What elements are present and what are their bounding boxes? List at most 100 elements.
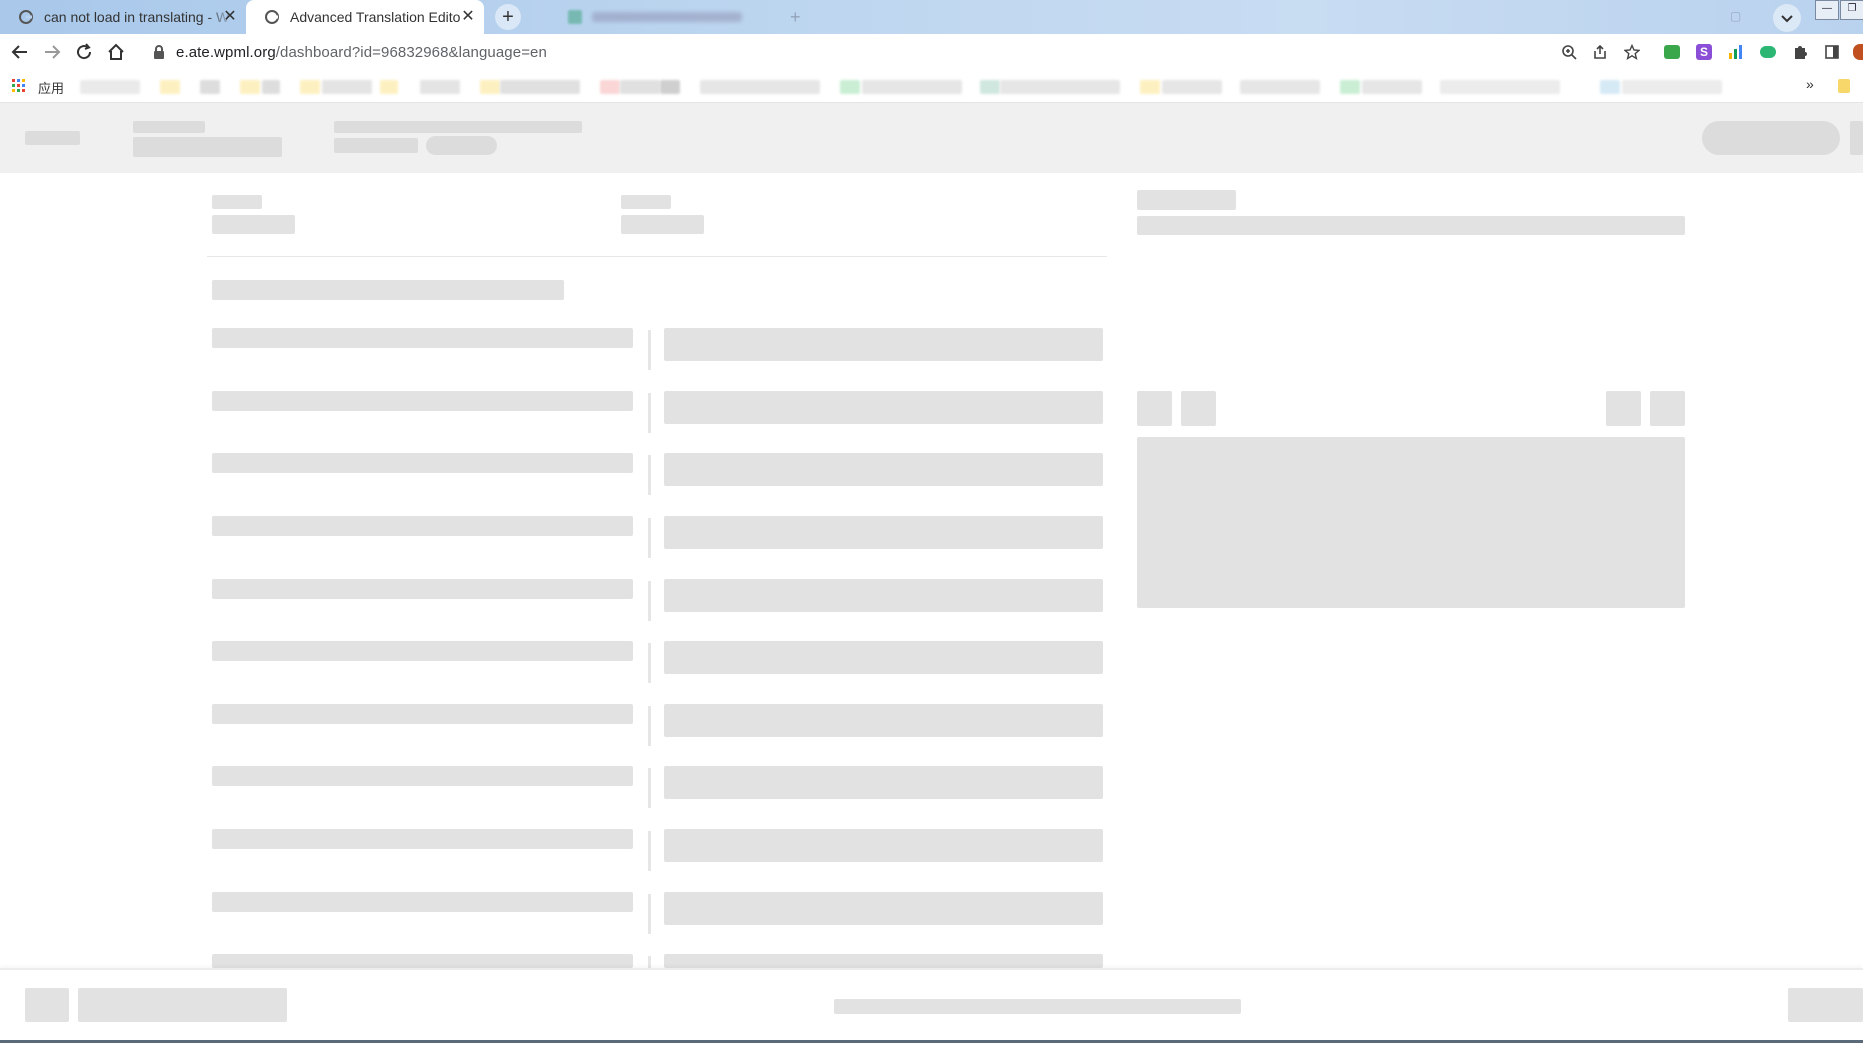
- skeleton-block: [1137, 216, 1685, 235]
- extension-chart-icon[interactable]: [1727, 43, 1745, 61]
- bookmark-item[interactable]: [600, 80, 620, 94]
- bookmark-item[interactable]: [862, 80, 962, 94]
- forward-button[interactable]: [42, 42, 62, 62]
- skeleton-source-cell: [212, 391, 633, 411]
- skeleton-block: [334, 138, 418, 153]
- bookmark-item[interactable]: [380, 80, 398, 94]
- skeleton-button: [1788, 988, 1863, 1022]
- url-text: e.ate.wpml.org/dashboard?id=96832968&lan…: [176, 44, 547, 61]
- row-divider: [648, 894, 651, 934]
- bookmark-item[interactable]: [1600, 80, 1620, 94]
- share-icon: [1594, 44, 1606, 59]
- skeleton-block: [133, 137, 282, 157]
- skeleton-target-cell: [664, 579, 1103, 612]
- bookmark-item[interactable]: [840, 80, 860, 94]
- bookmark-item[interactable]: [262, 80, 280, 94]
- bookmark-item[interactable]: [500, 80, 580, 94]
- bookmark-item[interactable]: [1000, 80, 1120, 94]
- bookmark-item[interactable]: [700, 80, 820, 94]
- arrow-left-icon: [11, 45, 27, 59]
- extension-frog-icon[interactable]: [1663, 43, 1681, 61]
- skeleton-block: [621, 215, 704, 234]
- bookmark-item[interactable]: [300, 80, 320, 94]
- skeleton-source-cell: [212, 516, 633, 536]
- back-button[interactable]: [10, 42, 30, 62]
- skeleton-target-cell: [664, 516, 1103, 549]
- bookmark-item[interactable]: [620, 80, 660, 94]
- tab-inactive[interactable]: can not load in translating - W ✕: [0, 0, 246, 34]
- tab-blurred[interactable]: [560, 0, 778, 34]
- skeleton-target-cell: [664, 766, 1103, 799]
- address-bar[interactable]: e.ate.wpml.org/dashboard?id=96832968&lan…: [140, 37, 1640, 67]
- row-divider: [648, 518, 651, 558]
- skeleton-target-cell: [664, 453, 1103, 486]
- zoom-button[interactable]: [1560, 43, 1578, 61]
- profile-avatar[interactable]: [1851, 43, 1863, 61]
- skeleton-block: [25, 131, 80, 145]
- skeleton-panel: [1137, 437, 1685, 608]
- skeleton-source-cell: [212, 954, 633, 968]
- bookmark-item[interactable]: [980, 80, 1000, 94]
- reload-button[interactable]: [74, 42, 94, 62]
- skeleton-icon-button: [1650, 391, 1685, 426]
- tab-title: Advanced Translation Editor -: [290, 9, 460, 25]
- skeleton-icon-button: [1181, 391, 1216, 426]
- star-icon: [1624, 44, 1640, 60]
- skeleton-button: [1850, 121, 1863, 155]
- browser-toolbar: e.ate.wpml.org/dashboard?id=96832968&lan…: [0, 34, 1863, 70]
- editor-header-skeleton: [0, 103, 1863, 173]
- maximize-button[interactable]: ❐: [1840, 0, 1863, 20]
- bookmark-item[interactable]: [1622, 80, 1722, 94]
- skeleton-source-cell: [212, 766, 633, 786]
- skeleton-block: [133, 121, 205, 133]
- side-panel-icon[interactable]: [1823, 43, 1841, 61]
- bookmark-item[interactable]: [160, 80, 180, 94]
- close-icon[interactable]: ✕: [222, 9, 238, 25]
- skeleton-block: [1137, 190, 1236, 210]
- skeleton-target-cell: [664, 954, 1103, 968]
- extension-s-icon[interactable]: S: [1695, 43, 1713, 61]
- close-icon[interactable]: ✕: [460, 9, 476, 25]
- bookmark-item[interactable]: [1240, 80, 1320, 94]
- bookmark-item[interactable]: [420, 80, 460, 94]
- bookmark-item[interactable]: [660, 80, 680, 94]
- skeleton-target-cell: [664, 892, 1103, 925]
- extension-green-icon[interactable]: [1759, 43, 1777, 61]
- skeleton-block: [334, 121, 582, 133]
- row-divider: [648, 831, 651, 871]
- bookmark-item[interactable]: [1440, 80, 1560, 94]
- editor-footer-skeleton: [0, 968, 1863, 1042]
- apps-grid-icon: [12, 79, 25, 92]
- reload-icon: [77, 43, 92, 60]
- share-button[interactable]: [1591, 43, 1609, 61]
- skeleton-button: [25, 988, 69, 1022]
- bookmark-item[interactable]: [480, 80, 500, 94]
- minimize-button[interactable]: —: [1815, 0, 1839, 20]
- bookmark-item[interactable]: [240, 80, 260, 94]
- home-icon: [108, 43, 124, 60]
- apps-shortcut-label[interactable]: 应用: [38, 78, 64, 97]
- bookmark-item[interactable]: [1140, 80, 1160, 94]
- bookmark-item[interactable]: [1340, 80, 1360, 94]
- skeleton-icon-button: [1137, 391, 1172, 426]
- bookmark-item[interactable]: [1362, 80, 1422, 94]
- bookmarks-overflow-icon[interactable]: »: [1806, 76, 1814, 92]
- tab-search-button[interactable]: [1773, 4, 1801, 32]
- bookmark-item[interactable]: [80, 80, 140, 94]
- extensions-puzzle-icon[interactable]: [1791, 43, 1809, 61]
- new-tab-button[interactable]: +: [495, 4, 521, 30]
- folder-icon[interactable]: [1838, 79, 1850, 93]
- skeleton-pill: [426, 136, 497, 155]
- bookmark-item[interactable]: [1162, 80, 1222, 94]
- bookmark-item[interactable]: [200, 80, 220, 94]
- skeleton-target-cell: [664, 391, 1103, 424]
- skeleton-source-cell: [212, 453, 633, 473]
- bookmark-item[interactable]: [322, 80, 372, 94]
- url-path: /dashboard?id=96832968&language=en: [275, 43, 547, 61]
- home-button[interactable]: [106, 42, 126, 62]
- tab-active[interactable]: Advanced Translation Editor - ✕: [246, 0, 484, 34]
- row-divider: [648, 330, 651, 370]
- skeleton-source-cell: [212, 641, 633, 661]
- skeleton-source-cell: [212, 579, 633, 599]
- bookmark-star-button[interactable]: [1623, 43, 1641, 61]
